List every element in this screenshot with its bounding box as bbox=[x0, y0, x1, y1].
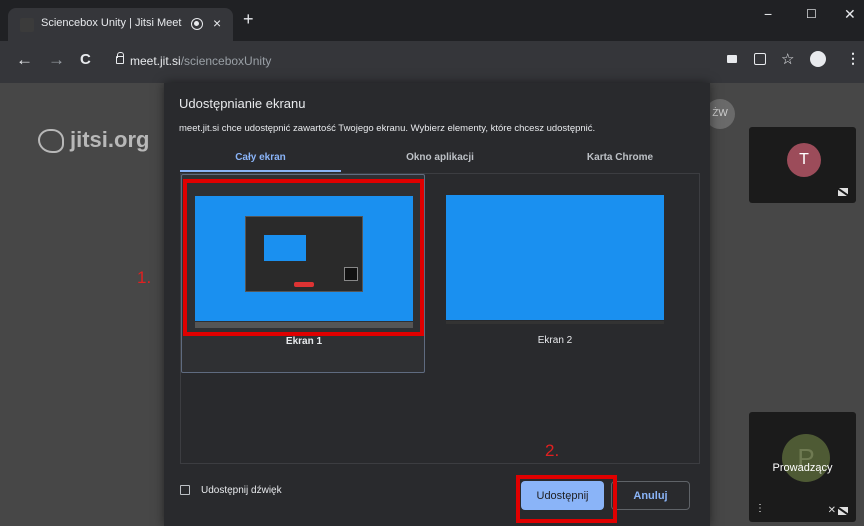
dialog-title: Udostępnianie ekranu bbox=[179, 96, 306, 111]
taskbar-strip bbox=[446, 321, 664, 324]
tab-application-window[interactable]: Okno aplikacji bbox=[360, 151, 520, 172]
mic-off-icon: ✕ bbox=[827, 505, 836, 516]
highlight-box-share bbox=[516, 475, 617, 523]
favicon-icon bbox=[20, 18, 34, 32]
step-1-label: 1. bbox=[137, 268, 152, 287]
minimize-button[interactable]: − bbox=[764, 6, 772, 22]
step-2-label: 2. bbox=[545, 441, 560, 460]
camera-off-icon bbox=[838, 188, 848, 196]
new-tab-button[interactable]: + bbox=[243, 9, 254, 30]
tab-entire-screen[interactable]: Cały ekran bbox=[180, 151, 341, 172]
dialog-subtitle: meet.jit.si chce udostępnić zawartość Tw… bbox=[179, 123, 596, 134]
jitsi-logo: jitsi.org bbox=[38, 127, 149, 154]
reload-button[interactable]: C bbox=[80, 51, 91, 68]
maximize-button[interactable]: ☐ bbox=[806, 7, 817, 21]
lock-icon bbox=[116, 52, 124, 64]
participant-thumbnail-local[interactable]: P Prowadzący ⋮ ✕ bbox=[749, 412, 856, 522]
profile-icon[interactable] bbox=[810, 51, 826, 67]
url-text: meet.jit.si/scienceboxUnity bbox=[130, 54, 272, 68]
share-audio-option[interactable]: Udostępnij dźwięk bbox=[180, 485, 282, 496]
jitsi-logo-icon bbox=[38, 129, 64, 154]
browser-tabbar: Sciencebox Unity | Jitsi Meet × + − ☐ ✕ bbox=[0, 0, 864, 41]
address-bar[interactable]: meet.jit.si/scienceboxUnity bbox=[108, 48, 748, 76]
tab-title: Sciencebox Unity | Jitsi Meet bbox=[41, 17, 182, 29]
browser-toolbar: ← → C meet.jit.si/scienceboxUnity ☆ ⋮ bbox=[0, 41, 864, 83]
camera-off-icon bbox=[838, 507, 848, 515]
tab-close-icon[interactable]: × bbox=[213, 15, 221, 31]
screen-preview bbox=[446, 195, 664, 320]
highlight-box-screen bbox=[183, 179, 424, 336]
avatar: P bbox=[782, 434, 830, 482]
participant-name: Prowadzący bbox=[772, 462, 833, 474]
tab-chrome-tab[interactable]: Karta Chrome bbox=[540, 151, 700, 172]
avatar: T bbox=[787, 143, 821, 177]
more-options-icon[interactable]: ⋮ bbox=[755, 503, 765, 514]
screen-option-2[interactable]: Ekran 2 bbox=[433, 174, 677, 373]
camera-icon[interactable] bbox=[727, 55, 737, 63]
recording-icon bbox=[191, 18, 203, 30]
participant-thumbnail-top[interactable]: T bbox=[749, 127, 856, 203]
star-icon[interactable]: ☆ bbox=[781, 50, 794, 68]
share-audio-label: Udostępnij dźwięk bbox=[201, 485, 282, 496]
screen-label: Ekran 2 bbox=[537, 335, 573, 346]
share-audio-checkbox[interactable] bbox=[180, 485, 190, 496]
close-window-button[interactable]: ✕ bbox=[844, 6, 856, 23]
screen-label: Ekran 1 bbox=[285, 336, 323, 347]
cancel-button[interactable]: Anuluj bbox=[611, 481, 690, 510]
forward-button[interactable]: → bbox=[48, 50, 65, 70]
source-tabs: Cały ekran Okno aplikacji Karta Chrome bbox=[180, 151, 700, 172]
browser-tab[interactable]: Sciencebox Unity | Jitsi Meet × bbox=[8, 8, 233, 41]
back-button[interactable]: ← bbox=[16, 50, 33, 70]
translate-icon[interactable] bbox=[754, 53, 766, 65]
menu-icon[interactable]: ⋮ bbox=[846, 50, 860, 67]
